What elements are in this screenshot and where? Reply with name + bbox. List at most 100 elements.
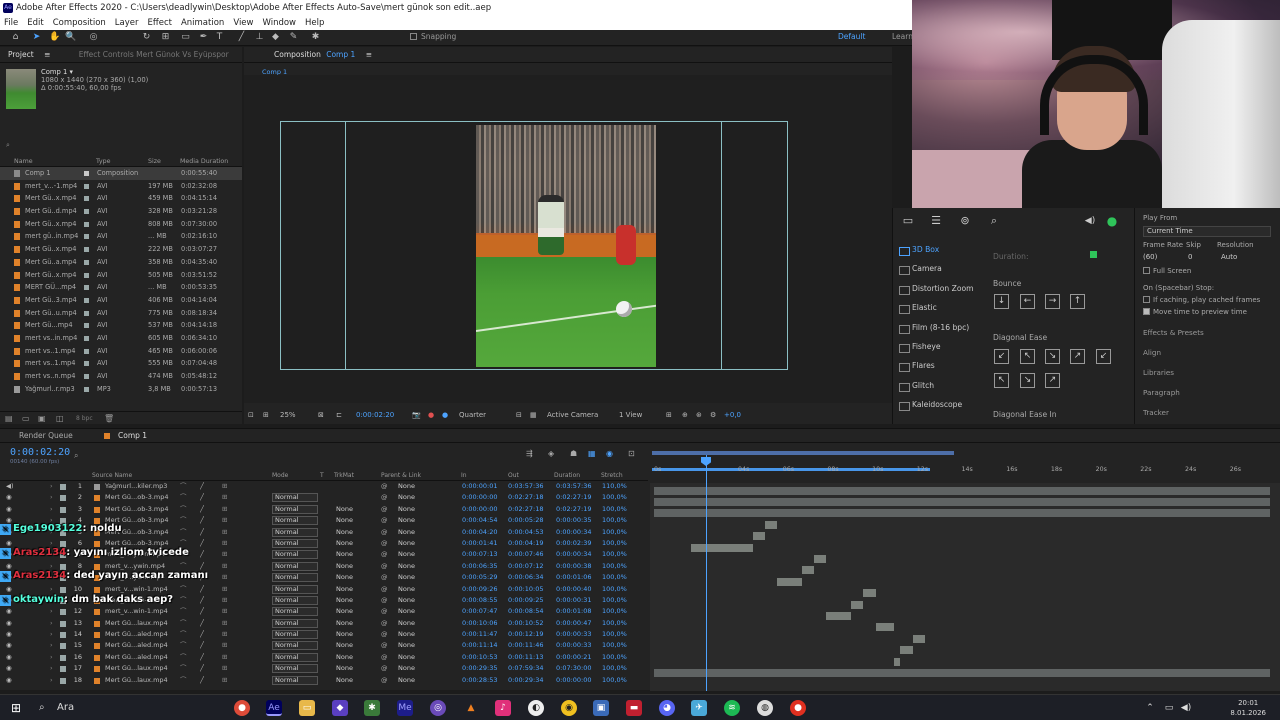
project-item[interactable]: Mert Gü..x.mp4 AVI 222 MB 0:03:07:27 [0,243,242,256]
layer-duration-bar[interactable] [654,668,1270,677]
label-color-swatch[interactable] [84,234,89,240]
panel-paragraph[interactable]: Paragraph [1143,388,1180,397]
visibility-eye-icon[interactable]: ◉ [6,663,12,674]
comp-mini-flowchart-icon[interactable]: ⇶ [526,449,533,458]
expand-layer-icon[interactable]: › [50,492,53,503]
layer-in-time[interactable]: 0:00:00:00 [462,504,498,515]
layer-duration-bar[interactable] [764,520,778,529]
panel-effects-presets[interactable]: Effects & Presets [1143,328,1204,337]
parent-pickwhip-icon[interactable]: @ [381,515,388,526]
expand-layer-icon[interactable]: › [50,629,53,640]
diag-ease-button-6[interactable]: ↖ [994,373,1009,388]
shy-switch-icon[interactable]: ⌒ [180,629,187,640]
layer-out-time[interactable]: 0:00:05:28 [508,515,544,526]
shy-layers-icon[interactable]: ☗ [570,449,577,458]
app-icon-8[interactable]: ✈ [691,700,707,716]
visibility-eye-icon[interactable]: ◉ [6,675,12,686]
show-channel-icon[interactable]: ● [428,407,434,423]
layer-out-time[interactable]: 0:03:57:36 [508,481,544,492]
layer-source-name[interactable]: Mert Gü...laux.mp4 [105,618,177,629]
flowchart-icon[interactable]: ⊕ [682,407,688,423]
layer-duration[interactable]: 0:00:00:34 [556,549,592,560]
layer-in-time[interactable]: 0:00:07:13 [462,549,498,560]
layer-stretch[interactable]: 100,0% [602,527,627,538]
layer-mode-dropdown[interactable]: Normal [272,550,318,560]
project-item[interactable]: mert vs..1.mp4 AVI 465 MB 0:06:00:06 [0,345,242,358]
shy-switch-icon[interactable]: ⌒ [180,663,187,674]
transition-camera[interactable]: Camera [897,261,983,277]
layer-duration-bar[interactable] [814,554,827,563]
quality-switch-icon[interactable]: ╱ [200,481,204,492]
transition-fisheye[interactable]: Fisheye [897,339,983,355]
transition-distortion-zoom[interactable]: Distortion Zoom [897,281,983,297]
layer-in-time[interactable]: 0:00:04:54 [462,515,498,526]
expand-layer-icon[interactable]: › [50,663,53,674]
layer-mode-dropdown[interactable]: Normal [272,652,318,662]
quality-switch-icon[interactable]: ╱ [200,492,204,503]
layer-trkmat-dropdown[interactable]: None [336,527,353,538]
layer-stretch[interactable]: 100,0% [602,663,627,674]
layer-stretch[interactable]: 100,0% [602,675,627,686]
presets-icon[interactable]: ⊚ [958,214,972,228]
snapshot-icon[interactable]: 📷 [412,407,421,423]
system-clock[interactable]: 20:01 8.01.2026 [1230,698,1266,718]
layer-parent-dropdown[interactable]: None [398,584,415,595]
parent-pickwhip-icon[interactable]: @ [381,595,388,606]
app-icon-2[interactable]: ◎ [430,700,446,716]
layer-duration-bar[interactable] [777,577,802,586]
bounce-left-button[interactable]: ← [1020,294,1035,309]
layer-out-time[interactable]: 0:02:27:18 [508,492,544,503]
project-item[interactable]: Mert Gü..a.mp4 AVI 358 MB 0:04:35:40 [0,256,242,269]
label-color-swatch[interactable] [84,297,89,303]
col-source-name[interactable]: Source Name [92,472,132,479]
visibility-eye-icon[interactable]: ◉ [6,492,12,503]
app-icon-7[interactable]: ▬ [626,700,642,716]
expand-layer-icon[interactable]: › [50,481,53,492]
layer-in-time[interactable]: 0:00:04:20 [462,527,498,538]
layer-row[interactable]: ◉ › 12 mert_v...win-1.mp4 ⌒ ╱ ⊞ Normal None @ None… [0,606,648,617]
quality-switch-icon[interactable]: ╱ [200,652,204,663]
zoom-dropdown[interactable]: 25% [280,407,296,423]
transition-elastic[interactable]: Elastic [897,300,983,316]
exposure-value[interactable]: +0,0 [724,407,741,423]
parent-pickwhip-icon[interactable]: @ [381,640,388,651]
quality-switch-icon[interactable]: ╱ [200,663,204,674]
layer-duration-bar[interactable] [690,543,753,552]
panel-tracker[interactable]: Tracker [1143,408,1169,417]
bounce-right-button[interactable]: → [1045,294,1060,309]
layer-mode-dropdown[interactable]: Normal [272,573,318,583]
layer-duration[interactable]: 0:00:00:31 [556,595,592,606]
layer-duration[interactable]: 0:07:30:00 [556,663,592,674]
search-icon[interactable]: ⌕ [987,214,1001,228]
layer-label-color[interactable] [60,586,66,593]
file-explorer-icon[interactable]: ▭ [299,700,315,716]
folder-icon[interactable]: ▭ [901,214,915,228]
shy-switch-icon[interactable]: ⌒ [180,527,187,538]
layer-duration-bar[interactable] [900,646,913,655]
layer-in-time[interactable]: 0:00:07:47 [462,606,498,617]
col-in[interactable]: In [461,472,467,479]
clone-tool-icon[interactable]: ⊥ [254,32,265,43]
parent-pickwhip-icon[interactable]: @ [381,481,388,492]
quality-switch-icon[interactable]: ╱ [200,629,204,640]
label-color-swatch[interactable] [84,209,89,215]
col-out[interactable]: Out [508,472,519,479]
timeline-tracks[interactable]: 0s 04s 06s 08s 10s 12s 14s 16s 18s 20s 22s 24s 26s [650,447,1280,691]
layer-label-color[interactable] [60,666,66,673]
layer-duration[interactable]: 0:00:00:00 [556,675,592,686]
project-item[interactable]: mert vs..in.mp4 AVI 605 MB 0:06:34:10 [0,332,242,345]
label-color-swatch[interactable] [84,259,89,265]
label-color-swatch[interactable] [84,335,89,341]
layer-mode-dropdown[interactable]: Normal [272,675,318,685]
layer-trkmat-dropdown[interactable]: None [336,606,353,617]
col-size[interactable]: Size [148,158,161,165]
camera-dropdown[interactable]: Active Camera [547,407,598,423]
layer-duration[interactable]: 0:02:27:19 [556,504,592,515]
layer-duration-bar[interactable] [654,497,1270,506]
bounce-up-button[interactable]: ↑ [1070,294,1085,309]
timeline-timecode[interactable]: 0:00:02:20 [10,447,70,458]
layer-mode-dropdown[interactable]: Normal [272,561,318,571]
time-ruler[interactable]: 0s 04s 06s 08s 10s 12s 14s 16s 18s 20s 22s 24s 26s [650,447,1280,483]
resolution-dropdown-preview[interactable]: Auto [1221,253,1237,261]
layer-out-time[interactable]: 0:00:11:13 [508,652,544,663]
